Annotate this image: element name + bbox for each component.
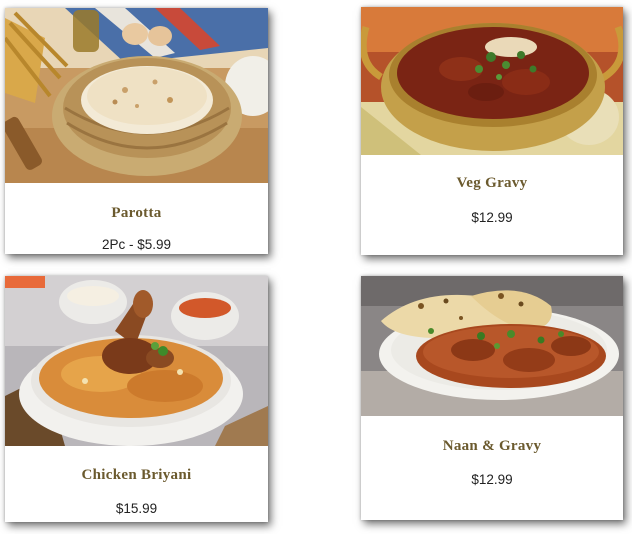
item-price: $15.99	[115, 501, 158, 516]
menu-card-chicken-briyani[interactable]: Chicken Briyani $15.99	[5, 276, 268, 522]
item-name: Chicken Briyani	[81, 467, 192, 483]
item-price: 2Pc - $5.99	[101, 237, 172, 252]
item-price: $12.99	[471, 210, 513, 225]
naan-gravy-photo	[361, 276, 623, 416]
item-name: Parotta	[111, 205, 162, 221]
item-price: $12.99	[471, 472, 513, 487]
parotta-photo	[5, 8, 268, 183]
item-name: Naan & Gravy	[442, 438, 542, 454]
chicken-briyani-photo	[5, 276, 268, 446]
veg-gravy-photo	[361, 7, 623, 155]
menu-card-naan-gravy[interactable]: Naan & Gravy $12.99	[361, 276, 623, 520]
menu-card-veg-gravy[interactable]: Veg Gravy $12.99	[361, 7, 623, 255]
item-name: Veg Gravy	[456, 175, 528, 191]
menu-card-parotta[interactable]: Parotta 2Pc - $5.99	[5, 8, 268, 254]
